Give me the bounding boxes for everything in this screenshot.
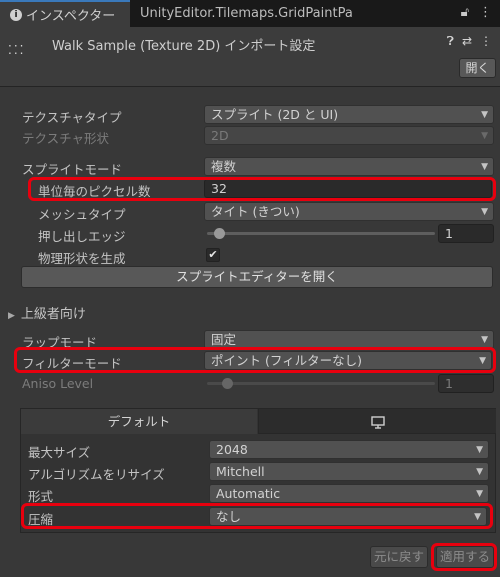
texture-shape-label: テクスチャ形状 xyxy=(22,131,110,146)
chevron-down-icon: ▼ xyxy=(481,207,488,217)
mesh-type-label: メッシュタイプ xyxy=(38,207,126,222)
texture-shape-dropdown: 2D ▼ xyxy=(204,126,494,145)
texture-type-label: テクスチャタイプ xyxy=(22,110,122,125)
generate-physics-label: 物理形状を生成 xyxy=(38,251,126,266)
help-icon[interactable]: ❓︎ xyxy=(447,34,454,49)
mesh-type-row: メッシュタイプ タイト (きつい) ▼ xyxy=(0,201,500,223)
chevron-down-icon: ▼ xyxy=(481,131,488,141)
preset-icon[interactable]: ⇄ xyxy=(462,34,472,49)
sprite-mode-dropdown[interactable]: 複数 ▼ xyxy=(204,157,494,176)
tab-standalone-platform[interactable] xyxy=(258,409,496,434)
texture-shape-row: テクスチャ形状 2D ▼ xyxy=(0,125,500,147)
pixels-per-unit-label: 単位毎のピクセル数 xyxy=(38,184,151,199)
open-button[interactable]: 開く xyxy=(459,58,496,78)
max-size-row: 最大サイズ 2048 ▼ xyxy=(0,439,500,461)
texture-type-dropdown[interactable]: スプライト (2D と UI) ▼ xyxy=(204,105,494,124)
inspector-header: ⁚⁚⁚ Walk Sample (Texture 2D) インポート設定 ❓︎ … xyxy=(0,27,500,87)
chevron-down-icon: ▼ xyxy=(481,162,488,172)
aniso-level-row: Aniso Level 1 xyxy=(0,373,500,395)
open-sprite-editor-button[interactable]: スプライトエディターを開く xyxy=(21,266,493,288)
resize-algorithm-value: Mitchell xyxy=(216,464,265,479)
generate-physics-row: 物理形状を生成 ✔ xyxy=(0,245,500,267)
sprite-mode-label: スプライトモード xyxy=(22,162,123,177)
lock-icon[interactable]: 🔓︎ xyxy=(461,5,469,20)
max-size-value: 2048 xyxy=(216,442,248,457)
chevron-down-icon: ▼ xyxy=(476,467,483,477)
aniso-level-label: Aniso Level xyxy=(22,376,94,391)
wrap-mode-row: ラップモード 固定 ▼ xyxy=(0,329,500,351)
advanced-label: 上級者向け xyxy=(20,307,86,322)
texture-type-value: スプライト (2D と UI) xyxy=(211,107,339,122)
resize-algorithm-dropdown[interactable]: Mitchell ▼ xyxy=(209,462,489,481)
compression-row: 圧縮 なし ▼ xyxy=(0,506,500,528)
advanced-foldout[interactable]: ▶ 上級者向け xyxy=(8,303,86,322)
compression-label: 圧縮 xyxy=(28,512,54,527)
format-row: 形式 Automatic ▼ xyxy=(0,483,500,505)
format-dropdown[interactable]: Automatic ▼ xyxy=(209,484,489,503)
tab-default-platform[interactable]: デフォルト xyxy=(21,409,257,434)
tab-inspector[interactable]: i インスペクター xyxy=(0,0,130,27)
chevron-right-icon: ▶ xyxy=(8,311,15,321)
pixels-per-unit-field[interactable]: 32 xyxy=(204,179,492,198)
max-size-dropdown[interactable]: 2048 ▼ xyxy=(209,440,489,459)
chevron-down-icon: ▼ xyxy=(476,445,483,455)
texture-thumbnail-icon: ⁚⁚⁚ xyxy=(8,43,26,57)
tab-grid-paint[interactable]: UnityEditor.Tilemaps.GridPaintPa xyxy=(132,0,432,27)
checkmark-icon: ✔ xyxy=(208,248,218,261)
wrap-mode-label: ラップモード xyxy=(22,335,98,350)
extrude-edges-slider[interactable] xyxy=(207,228,435,239)
tab-inspector-label: インスペクター xyxy=(26,9,116,24)
tab-bar: i インスペクター UnityEditor.Tilemaps.GridPaint… xyxy=(0,0,500,27)
more-icon[interactable]: ⋮ xyxy=(479,5,492,20)
header-tools: ❓︎ ⇄ ⋮ xyxy=(447,34,492,49)
extrude-edges-field[interactable]: 1 xyxy=(438,224,494,243)
monitor-icon xyxy=(370,416,385,429)
filter-mode-dropdown[interactable]: ポイント (フィルターなし) ▼ xyxy=(204,351,492,370)
resize-algorithm-label: アルゴリズムをリサイズ xyxy=(28,467,165,482)
mesh-type-dropdown[interactable]: タイト (きつい) ▼ xyxy=(204,202,494,221)
filter-mode-row: フィルターモード ポイント (フィルターなし) ▼ xyxy=(0,350,500,372)
extrude-edges-slider-handle[interactable] xyxy=(213,228,225,239)
aniso-level-slider-handle xyxy=(222,378,234,389)
revert-button[interactable]: 元に戻す xyxy=(370,546,428,568)
wrap-mode-value: 固定 xyxy=(211,332,237,347)
extrude-edges-label: 押し出しエッジ xyxy=(38,229,126,244)
generate-physics-checkbox[interactable]: ✔ xyxy=(206,248,220,262)
sprite-mode-value: 複数 xyxy=(211,159,237,174)
mesh-type-value: タイト (きつい) xyxy=(211,204,300,219)
aniso-level-field: 1 xyxy=(438,374,494,393)
info-icon: i xyxy=(10,8,22,21)
tabbar-tools: 🔓︎ ⋮ xyxy=(461,5,492,20)
chevron-down-icon: ▼ xyxy=(476,489,483,499)
chevron-down-icon: ▼ xyxy=(479,356,486,366)
more-icon[interactable]: ⋮ xyxy=(480,34,492,49)
compression-dropdown[interactable]: なし ▼ xyxy=(209,507,487,526)
texture-type-row: テクスチャタイプ スプライト (2D と UI) ▼ xyxy=(0,104,500,126)
resize-algorithm-row: アルゴリズムをリサイズ Mitchell ▼ xyxy=(0,461,500,483)
aniso-level-slider xyxy=(207,378,435,389)
max-size-label: 最大サイズ xyxy=(28,445,91,460)
texture-shape-value: 2D xyxy=(211,128,229,143)
tab-grid-paint-label: UnityEditor.Tilemaps.GridPaintPa xyxy=(140,6,353,21)
chevron-down-icon: ▼ xyxy=(474,512,481,522)
chevron-down-icon: ▼ xyxy=(481,335,488,345)
format-value: Automatic xyxy=(216,486,281,501)
apply-button[interactable]: 適用する xyxy=(436,546,494,568)
compression-value: なし xyxy=(216,509,242,524)
extrude-edges-row: 押し出しエッジ 1 xyxy=(0,223,500,245)
pixels-per-unit-row: 単位毎のピクセル数 32 xyxy=(0,178,500,200)
header-title: Walk Sample (Texture 2D) インポート設定 xyxy=(52,39,316,54)
wrap-mode-dropdown[interactable]: 固定 ▼ xyxy=(204,330,494,349)
filter-mode-value: ポイント (フィルターなし) xyxy=(211,353,362,368)
filter-mode-label: フィルターモード xyxy=(22,356,122,371)
format-label: 形式 xyxy=(28,489,54,504)
sprite-mode-row: スプライトモード 複数 ▼ xyxy=(0,156,500,178)
chevron-down-icon: ▼ xyxy=(481,110,488,120)
